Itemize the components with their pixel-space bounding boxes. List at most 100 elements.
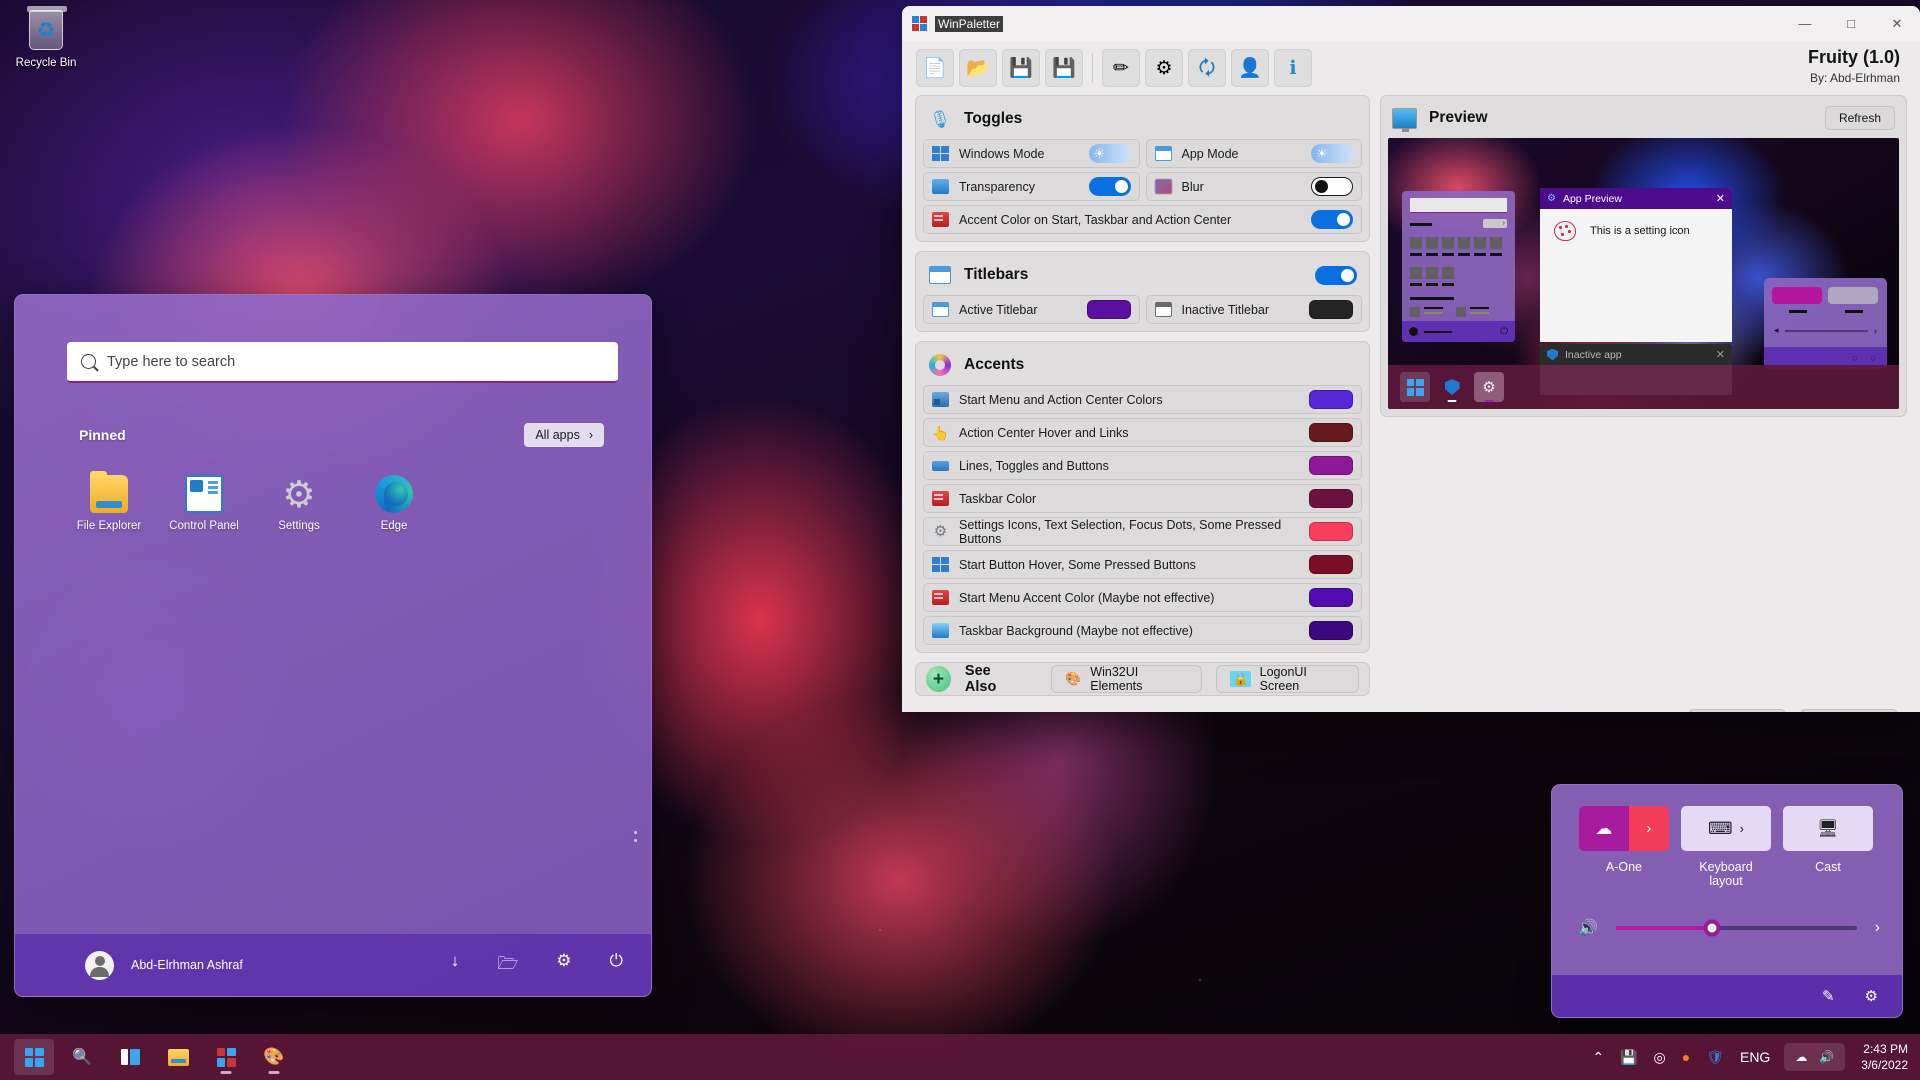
volume-knob[interactable] — [1703, 919, 1721, 937]
avatar[interactable] — [85, 950, 114, 980]
accent-row-hover-links[interactable]: 👆 Action Center Hover and Links — [923, 418, 1362, 447]
win32ui-elements-button[interactable]: 🎨 Win32UI Elements — [1051, 665, 1203, 693]
start-menu-footer: Abd-Elrhman Ashraf ↓ 🗁 ⚙ ⏻ — [15, 934, 651, 996]
edit-button[interactable]: ✏ — [1102, 49, 1140, 87]
gear-icon[interactable]: ⚙ — [1865, 987, 1878, 1005]
folder-icon — [90, 471, 128, 513]
volume-slider[interactable] — [1615, 919, 1857, 937]
preview-security-button — [1437, 372, 1467, 402]
accent-row-taskbar-color[interactable]: Taskbar Color — [923, 484, 1362, 513]
titlebar-row-active[interactable]: Active Titlebar — [923, 295, 1140, 324]
toggle-row-transparency[interactable]: Transparency — [923, 172, 1140, 201]
accent-row-taskbar-background[interactable]: Taskbar Background (Maybe not effective) — [923, 616, 1362, 645]
toggle-row-windows-mode[interactable]: Windows Mode — [923, 139, 1140, 168]
new-file-button[interactable]: 📄 — [916, 49, 954, 87]
toggle-row-accent-color[interactable]: Accent Color on Start, Taskbar and Actio… — [923, 205, 1362, 234]
accent-row-start-menu[interactable]: Start Menu and Action Center Colors — [923, 385, 1362, 414]
pinned-app-settings[interactable]: ⚙ Settings — [261, 475, 337, 533]
download-icon[interactable]: ↓ — [451, 951, 460, 980]
chevron-right-icon[interactable]: › — [1628, 806, 1669, 851]
info-button[interactable]: ℹ — [1274, 49, 1312, 87]
minimize-button[interactable]: — — [1782, 6, 1828, 41]
start-search-input[interactable]: Type here to search — [67, 342, 618, 383]
window-titlebar[interactable]: WinPaletter — □ ✕ — [902, 6, 1920, 41]
accent-row-start-button-hover[interactable]: Start Button Hover, Some Pressed Buttons — [923, 550, 1362, 579]
accent-row-start-menu-accent[interactable]: Start Menu Accent Color (Maybe not effec… — [923, 583, 1362, 612]
tray-overflow-chevron-icon[interactable]: ⌃ — [1584, 1050, 1612, 1064]
accent-color-swatch[interactable] — [1309, 555, 1353, 574]
pinned-app-control-panel[interactable]: Control Panel — [166, 475, 242, 532]
accent-color-swatch[interactable] — [1309, 588, 1353, 607]
taskbar-search-button[interactable]: 🔍 — [62, 1039, 102, 1075]
accent-row-settings-icons[interactable]: ⚙ Settings Icons, Text Selection, Focus … — [923, 517, 1362, 546]
accent-color-swatch[interactable] — [1309, 522, 1353, 541]
recycle-bin-desktop-icon[interactable]: Recycle Bin — [8, 6, 84, 71]
chevron-right-icon[interactable]: › — [1875, 919, 1880, 937]
blur-toggle[interactable] — [1311, 177, 1353, 196]
accent-color-swatch[interactable] — [1309, 423, 1353, 442]
about-author-button[interactable]: 👤 — [1231, 49, 1269, 87]
volume-slider-row[interactable]: 🔊 › — [1578, 918, 1880, 938]
settings-gear-icon[interactable]: ⚙ — [556, 951, 571, 980]
start-button[interactable] — [14, 1039, 54, 1075]
taskbar-winpaletter-button[interactable] — [206, 1039, 246, 1075]
close-button[interactable]: ✕ — [1874, 6, 1920, 41]
gear-icon: ⚙ — [933, 523, 948, 540]
open-file-button[interactable]: 📂 — [959, 49, 997, 87]
refresh-button[interactable]: 🗘 — [1188, 49, 1226, 87]
update-icon[interactable]: ● — [1674, 1050, 1698, 1064]
page-dots[interactable] — [634, 831, 637, 842]
language-indicator[interactable]: ENG — [1732, 1050, 1778, 1064]
file-explorer-icon[interactable]: 🗁 — [497, 951, 518, 980]
accent-color-swatch[interactable] — [1309, 390, 1353, 409]
running-indicator — [220, 1071, 232, 1074]
accent-color-swatch[interactable] — [1309, 621, 1353, 640]
toggle-row-blur[interactable]: Blur — [1145, 172, 1362, 201]
accent-color-swatch[interactable] — [1309, 489, 1353, 508]
security-icon[interactable]: 🛡 — [1698, 1050, 1732, 1064]
quick-tile-cast[interactable]: 🖥 Cast — [1783, 806, 1873, 888]
active-titlebar-color-swatch[interactable] — [1086, 300, 1131, 319]
logonui-screen-button[interactable]: 🔒 LogonUI Screen — [1216, 665, 1359, 693]
quick-tile-keyboard[interactable]: ⌨ › Keyboard layout — [1681, 806, 1771, 888]
wifi-icon[interactable]: ☁ — [1579, 806, 1629, 851]
clock[interactable]: 2:43 PM 3/6/2022 — [1851, 1041, 1908, 1073]
pinned-app-file-explorer[interactable]: File Explorer — [71, 471, 147, 532]
power-icon[interactable]: ⏻ — [610, 951, 623, 980]
pencil-icon[interactable]: ✎ — [1822, 987, 1835, 1005]
save-as-button[interactable]: 💾 — [1045, 49, 1083, 87]
preview-ac-slider: ◂ › — [1774, 325, 1877, 336]
cancel-button[interactable]: Cancel — [1688, 708, 1786, 712]
preview-search-box — [1410, 198, 1507, 213]
app-mode-toggle[interactable] — [1311, 144, 1353, 163]
network-volume-tray-button[interactable]: ☁ 🔊 — [1784, 1043, 1846, 1071]
transparency-toggle[interactable] — [1088, 177, 1131, 196]
taskbar-file-explorer-button[interactable] — [158, 1039, 198, 1075]
pinned-app-edge[interactable]: Edge — [356, 475, 432, 532]
preview-refresh-button[interactable]: Refresh — [1824, 106, 1895, 130]
sound-device-icon[interactable]: ◎ — [1646, 1050, 1674, 1064]
all-apps-button[interactable]: All apps › — [524, 423, 604, 447]
accent-label: Start Menu and Action Center Colors — [959, 392, 1163, 407]
accent-color-swatch[interactable] — [1309, 456, 1353, 475]
quick-tile-wifi[interactable]: ☁ › A-One — [1579, 806, 1669, 888]
apply-button[interactable]: Apply — [1800, 708, 1898, 712]
windows-mode-toggle[interactable] — [1088, 144, 1131, 163]
usb-icon[interactable]: 💾 — [1612, 1050, 1645, 1064]
titlebars-master-toggle[interactable] — [1315, 265, 1357, 285]
volume-icon: 🔊 — [1819, 1050, 1835, 1064]
accent-color-toggle[interactable] — [1311, 210, 1353, 229]
save-button[interactable]: 💾 — [1002, 49, 1040, 87]
blur-icon — [1154, 179, 1172, 194]
taskbar-paint-button[interactable]: 🎨 — [254, 1039, 294, 1075]
task-view-button[interactable] — [110, 1039, 150, 1075]
settings-button[interactable]: ⚙ — [1145, 49, 1183, 87]
start-menu-icon — [932, 392, 949, 407]
titlebars-title: Titlebars — [964, 266, 1029, 283]
preview-ac-label — [1789, 310, 1807, 313]
inactive-titlebar-color-swatch[interactable] — [1309, 300, 1353, 319]
accent-row-lines-toggles[interactable]: Lines, Toggles and Buttons — [923, 451, 1362, 480]
maximize-button[interactable]: □ — [1828, 6, 1874, 41]
toggle-row-app-mode[interactable]: App Mode — [1145, 139, 1362, 168]
titlebar-row-inactive[interactable]: Inactive Titlebar — [1145, 295, 1362, 324]
